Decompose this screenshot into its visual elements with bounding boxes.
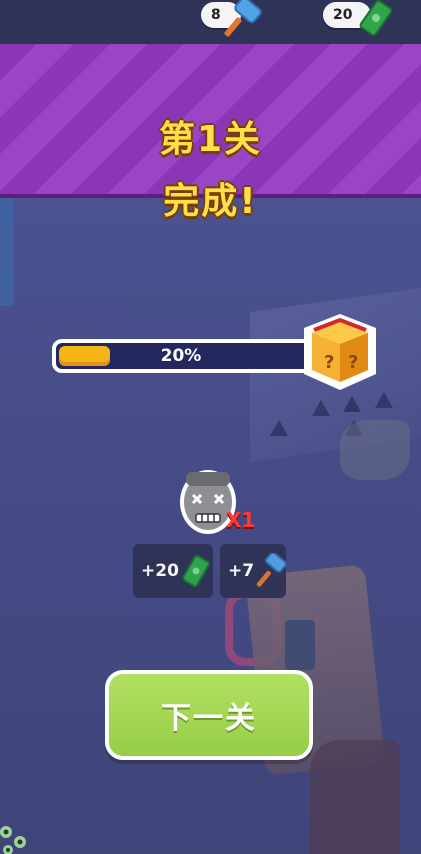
svg-text:?: ? xyxy=(324,352,334,373)
next-level-label: 下一关 xyxy=(161,701,257,736)
level-complete-banner: 第1关 完成! xyxy=(0,44,421,222)
cash-reward: +20 xyxy=(133,544,213,598)
next-level-button[interactable]: 下一关 xyxy=(105,670,313,760)
cash-count: 20 xyxy=(333,7,353,23)
progress-label: 20% xyxy=(160,346,202,366)
cash-icon xyxy=(359,0,393,36)
hammer-icon xyxy=(224,0,262,37)
mystery-chest-icon: ? ? xyxy=(304,314,376,390)
hammer-reward-amount: +7 xyxy=(228,561,255,581)
svg-text:?: ? xyxy=(348,352,358,373)
hammer-icon xyxy=(256,553,286,587)
hammer-count: 8 xyxy=(211,7,221,23)
cash-icon xyxy=(182,554,210,588)
cash-reward-amount: +20 xyxy=(141,561,179,581)
eyes-icon xyxy=(0,826,26,854)
level-title: 第1关 xyxy=(158,119,263,160)
kill-multiplier: X1 xyxy=(226,508,256,532)
complete-title: 完成! xyxy=(163,181,258,222)
hammer-reward: +7 xyxy=(220,544,286,598)
chest-progress-bar: 20% xyxy=(52,339,322,373)
